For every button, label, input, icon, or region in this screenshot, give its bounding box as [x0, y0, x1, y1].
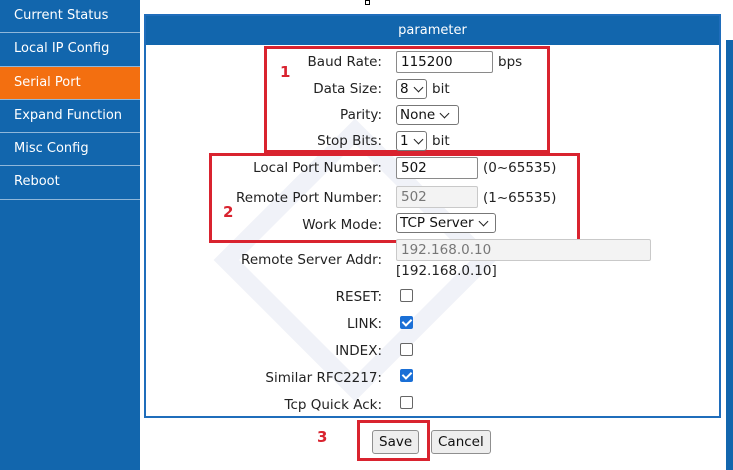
stop-bits-select[interactable]: 1 [396, 131, 427, 151]
stop-bits-value: 1 [400, 133, 409, 149]
stop-bits-label: Stop Bits: [317, 133, 382, 149]
reset-label: RESET: [335, 289, 382, 305]
chevron-down-icon [413, 134, 424, 144]
sidebar-item-serial-port[interactable]: Serial Port [0, 66, 140, 100]
rfc2217-checkbox[interactable] [400, 369, 413, 382]
local-port-label: Local Port Number: [253, 160, 382, 176]
reset-checkbox[interactable] [400, 289, 413, 302]
local-port-range: (0~65535) [483, 160, 557, 176]
chevron-down-icon [413, 82, 424, 92]
data-size-unit: bit [432, 81, 450, 97]
index-label: INDEX: [335, 343, 382, 359]
baud-rate-input[interactable] [396, 51, 493, 73]
right-edge-strip [726, 40, 733, 470]
selection-handle-top-center [365, 0, 370, 5]
chevron-down-icon [478, 216, 489, 226]
link-checkbox[interactable] [400, 316, 413, 329]
annotation-number-3: 3 [317, 428, 328, 446]
baud-rate-unit: bps [498, 54, 523, 70]
data-size-label: Data Size: [313, 81, 382, 97]
sidebar-item-reboot[interactable]: Reboot [0, 166, 140, 200]
sidebar-item-expand-function[interactable]: Expand Function [0, 100, 140, 134]
work-mode-label: Work Mode: [302, 217, 382, 233]
data-size-value: 8 [400, 81, 409, 97]
local-port-input[interactable] [396, 157, 478, 179]
remote-server-input[interactable] [396, 239, 651, 261]
tcp-quick-ack-label: Tcp Quick Ack: [284, 397, 383, 413]
data-size-select[interactable]: 8 [396, 79, 427, 99]
annotation-number-2: 2 [223, 203, 234, 221]
sidebar-nav: Current Status Local IP Config Serial Po… [0, 0, 140, 470]
index-checkbox[interactable] [400, 343, 413, 356]
remote-port-label: Remote Port Number: [236, 190, 382, 206]
parity-value: None [400, 107, 436, 123]
sidebar-item-misc-config[interactable]: Misc Config [0, 133, 140, 167]
annotation-number-1: 1 [280, 63, 291, 81]
chevron-down-icon [439, 108, 450, 118]
save-button[interactable]: Save [372, 430, 420, 454]
link-label: LINK: [346, 316, 382, 332]
rfc2217-label: Similar RFC2217: [265, 370, 382, 386]
work-mode-select[interactable]: TCP Server [396, 213, 496, 233]
parity-label: Parity: [340, 107, 382, 123]
sidebar-item-local-ip-config[interactable]: Local IP Config [0, 33, 140, 67]
tcp-quick-ack-checkbox[interactable] [400, 396, 413, 409]
parity-select[interactable]: None [396, 105, 459, 125]
remote-server-current: [192.168.0.10] [396, 263, 497, 279]
work-mode-value: TCP Server [400, 215, 474, 231]
remote-server-label: Remote Server Addr: [241, 252, 382, 268]
cancel-button[interactable]: Cancel [431, 430, 491, 454]
remote-port-range: (1~65535) [483, 190, 557, 206]
remote-port-input[interactable] [396, 186, 478, 208]
stop-bits-unit: bit [432, 133, 450, 149]
baud-rate-label: Baud Rate: [307, 54, 382, 70]
sidebar-item-current-status[interactable]: Current Status [0, 0, 140, 34]
panel-title: parameter [146, 16, 719, 45]
